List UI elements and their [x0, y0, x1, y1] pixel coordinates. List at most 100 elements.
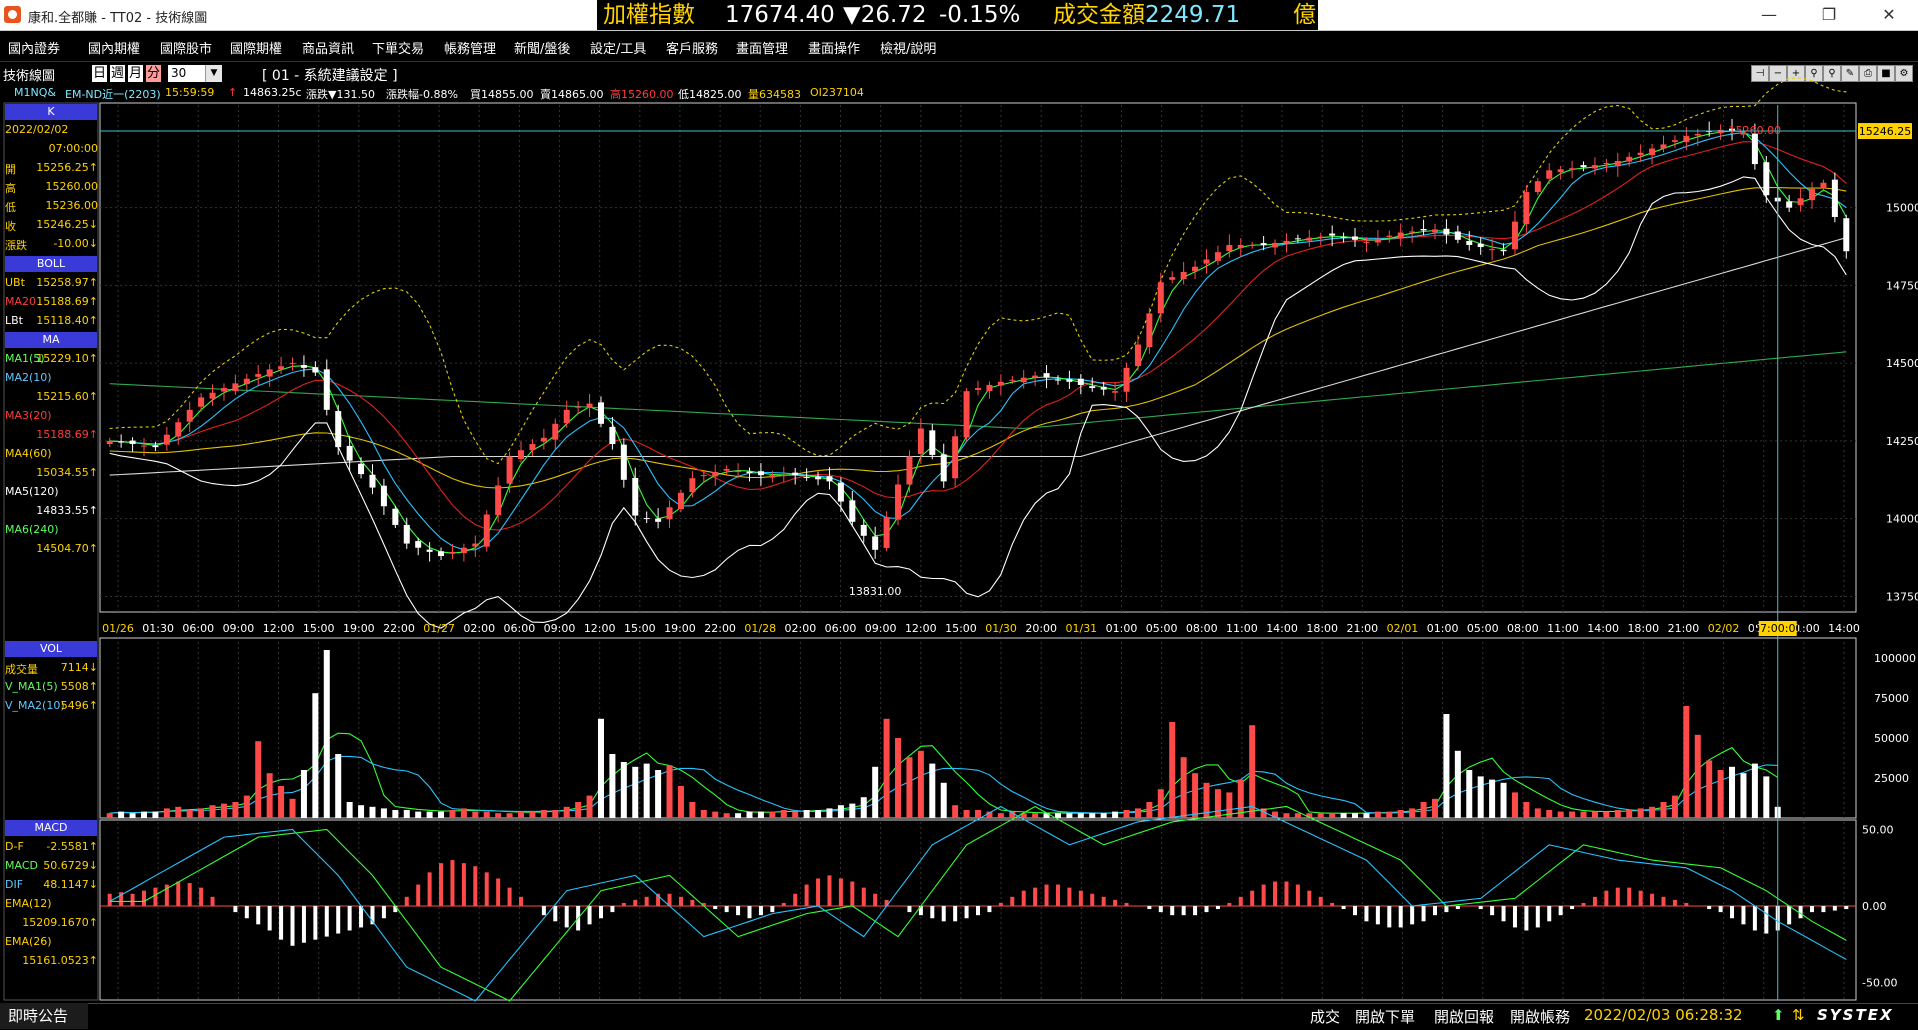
candle-body	[1066, 379, 1073, 382]
volume-bar	[495, 813, 502, 818]
time-axis-label: 18:00	[1627, 622, 1659, 635]
trade-button[interactable]: 成交	[1310, 1006, 1340, 1027]
volume-bar	[952, 805, 959, 818]
macd-bar	[861, 887, 866, 906]
macd-bar	[176, 881, 181, 906]
volume-bar	[757, 811, 764, 818]
candle-body	[997, 381, 1004, 386]
volume-bar	[1546, 810, 1553, 818]
candle-body	[1751, 133, 1758, 165]
candle-body	[1546, 170, 1553, 179]
macd-bar	[107, 893, 112, 906]
candle-body	[403, 524, 410, 544]
volume-bar	[860, 797, 867, 818]
candle-body	[1569, 168, 1576, 170]
time-axis-label: 15:00	[303, 622, 335, 635]
candle-body	[1386, 235, 1393, 237]
candle-body	[1146, 313, 1153, 347]
volume-bar	[1511, 792, 1518, 818]
open-account-button[interactable]: 開啟帳務	[1510, 1006, 1570, 1027]
macd-bar	[1124, 902, 1129, 906]
macd-bar	[644, 896, 649, 906]
candle-body	[1123, 367, 1130, 392]
macd-bar	[1741, 906, 1746, 925]
macd-bar	[404, 896, 409, 906]
volume-bar	[540, 810, 547, 818]
candle-body	[666, 507, 673, 520]
volume-bar	[632, 766, 639, 818]
candle-body	[1523, 192, 1530, 225]
volume-bar	[803, 810, 810, 818]
macd-bar	[678, 896, 683, 906]
macd-bar	[1158, 906, 1163, 913]
candle-body	[1557, 169, 1564, 173]
volume-bar	[1649, 806, 1656, 818]
macd-bar	[1238, 896, 1243, 906]
announcement-label[interactable]: 即時公告	[0, 1003, 88, 1029]
status-clock: 2022/02/03 06:28:32	[1584, 1006, 1743, 1024]
candle-body	[597, 402, 604, 424]
low-price-label: 13831.00	[849, 585, 902, 598]
volume-bar	[1329, 813, 1336, 818]
macd-bar	[1764, 906, 1769, 934]
macd-bar	[1021, 890, 1026, 906]
volume-bar	[837, 805, 844, 818]
candle-body	[849, 500, 856, 522]
candle-body	[1352, 236, 1359, 240]
macd-bar	[930, 906, 935, 919]
time-axis-label: 06:00	[825, 622, 857, 635]
volume-bar	[1317, 813, 1324, 818]
volume-bar	[1740, 773, 1747, 818]
volume-bar	[917, 750, 924, 818]
volume-bar	[1569, 811, 1576, 818]
candle-body	[712, 472, 719, 477]
volume-bar	[152, 811, 159, 818]
candle-body	[917, 428, 924, 454]
volume-bar	[1134, 808, 1141, 818]
volume-bar	[312, 693, 319, 818]
volume-tick-label: 25000	[1874, 772, 1909, 785]
candle-body	[129, 440, 136, 445]
open-report-button[interactable]: 開啟回報	[1434, 1006, 1494, 1027]
time-axis-label: 21:00	[1668, 622, 1700, 635]
time-axis-label: 11:00	[1226, 622, 1258, 635]
volume-bar	[689, 802, 696, 818]
candle-body	[415, 541, 422, 548]
volume-bar	[403, 810, 410, 818]
candle-body	[1374, 238, 1381, 243]
time-axis-label: 05:00	[1467, 622, 1499, 635]
volume-bar	[438, 811, 445, 818]
volume-bar	[1157, 789, 1164, 818]
macd-bar	[1181, 906, 1186, 916]
candle-body	[1763, 162, 1770, 196]
volume-bar	[1032, 813, 1039, 818]
candle-body	[1203, 259, 1210, 264]
macd-bar	[987, 906, 992, 913]
volume-bar	[1066, 813, 1073, 818]
time-axis-label: 19:00	[343, 622, 375, 635]
macd-bar	[553, 906, 558, 922]
candle-body	[140, 445, 147, 447]
boll-lower-line	[109, 176, 1847, 629]
candle-body	[563, 409, 570, 424]
candle-body	[975, 388, 981, 390]
candle-body	[815, 476, 822, 480]
candle-body	[609, 426, 616, 445]
volume-bar	[1100, 813, 1107, 818]
candle-body	[1340, 236, 1347, 238]
macd-bar	[519, 896, 524, 906]
macd-bar	[210, 896, 215, 906]
panel-frame	[99, 637, 1857, 819]
macd-bar	[1090, 893, 1095, 906]
volume-bar	[1283, 813, 1290, 818]
candle-body	[380, 485, 387, 507]
candle-body	[300, 365, 307, 368]
open-order-button[interactable]: 開啟下單	[1355, 1006, 1415, 1027]
volume-bar	[1500, 782, 1507, 818]
technical-chart[interactable]: 15000.00 14750.00 14500.00 14250.00 14000.00…	[0, 0, 1918, 1003]
volume-bar	[575, 802, 582, 818]
time-axis-label: 12:00	[905, 622, 937, 635]
volume-bar	[1751, 763, 1758, 818]
macd-bar	[473, 866, 478, 906]
time-axis-label: 20:00	[1025, 622, 1057, 635]
